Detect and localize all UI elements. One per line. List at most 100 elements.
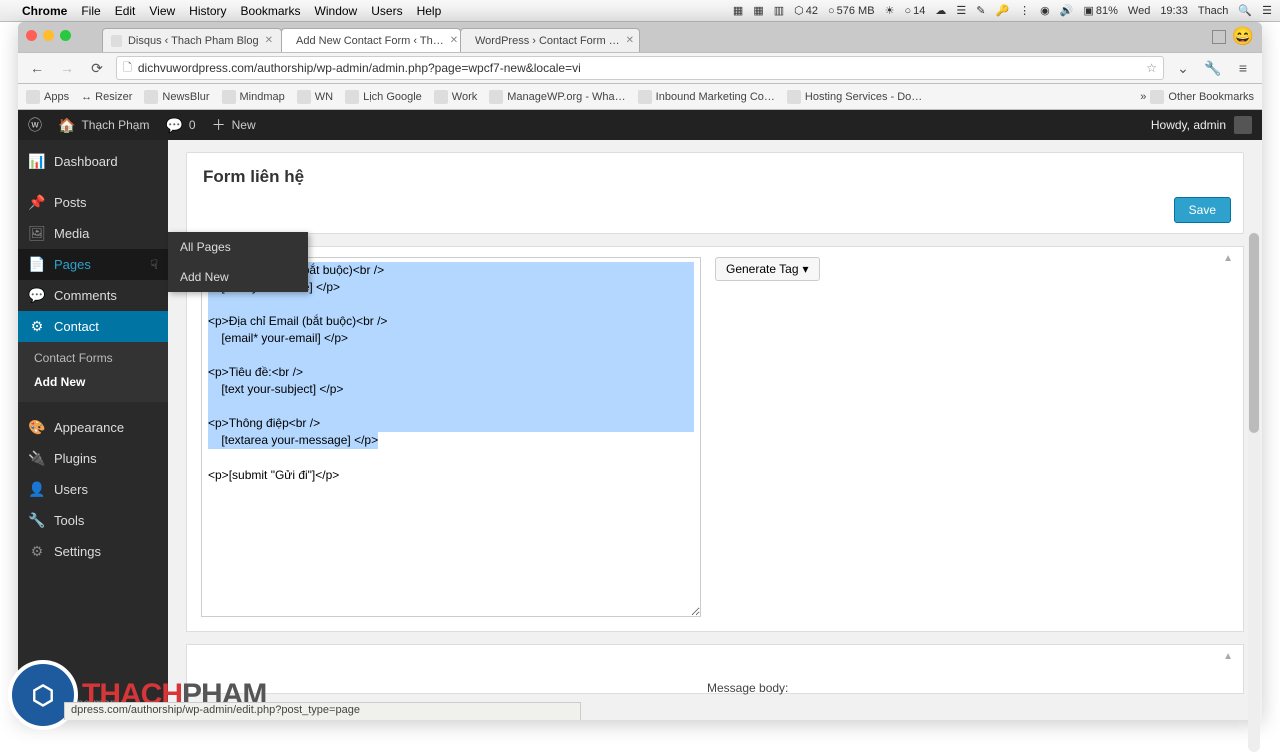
- tabstrip: Disqus ‹ Thach Pham Blog✕ Add New Contac…: [18, 22, 1262, 52]
- panel-toggle-icon[interactable]: ▲: [1223, 651, 1233, 662]
- battery-icon[interactable]: ▣ 81%: [1083, 4, 1117, 17]
- traffic-lights[interactable]: [26, 30, 71, 41]
- wp-admin: ⓦ 🏠Thạch Phạm 💬0 ＋New Howdy, admin 📊Dash…: [18, 110, 1262, 720]
- browser-toolbar: ← → ⟳ 🗋 dichvuwordpress.com/authorship/w…: [18, 52, 1262, 84]
- generate-tag-button[interactable]: Generate Tag▾: [715, 257, 820, 281]
- browser-tab-active[interactable]: Add New Contact Form ‹ Th…✕: [281, 28, 461, 52]
- menu-history[interactable]: History: [189, 4, 226, 18]
- bookmark-item[interactable]: Inbound Marketing Co…: [638, 90, 775, 104]
- menu-pages[interactable]: 📄Pages☟: [18, 249, 168, 280]
- menu-settings[interactable]: ⚙Settings: [18, 536, 168, 567]
- menu-window[interactable]: Window: [315, 4, 358, 18]
- caret-down-icon: ▾: [803, 262, 809, 276]
- media-icon: 🖼: [28, 225, 46, 242]
- new-link[interactable]: ＋New: [212, 115, 256, 135]
- url-text: dichvuwordpress.com/authorship/wp-admin/…: [138, 61, 1140, 75]
- wp-content: Form liên hệ Save ▲ <p>Tên của bạn (bắt …: [168, 140, 1262, 720]
- menu-plugins[interactable]: 🔌Plugins: [18, 443, 168, 474]
- volume-icon[interactable]: 🔊: [1060, 4, 1074, 17]
- temp-icon: ⬡ 42: [794, 4, 818, 17]
- profile-emoji-icon[interactable]: 😄: [1232, 26, 1254, 47]
- user-name[interactable]: Thach: [1198, 5, 1229, 17]
- menu-dashboard[interactable]: 📊Dashboard: [18, 146, 168, 177]
- minimize-icon[interactable]: [43, 30, 54, 41]
- bookmark-item[interactable]: Lịch Google: [345, 90, 422, 104]
- page-icon: 📄: [28, 256, 46, 273]
- pocket-icon[interactable]: ⌄: [1172, 57, 1194, 79]
- dashboard-icon: 📊: [28, 153, 46, 170]
- wifi-icon[interactable]: ◉: [1040, 4, 1050, 17]
- flyout-add-new[interactable]: Add New: [168, 262, 308, 292]
- menu-comments[interactable]: 💬Comments: [18, 280, 168, 311]
- apps-shortcut[interactable]: Apps: [26, 90, 69, 104]
- address-bar[interactable]: 🗋 dichvuwordpress.com/authorship/wp-admi…: [116, 56, 1164, 80]
- scrollbar[interactable]: [1248, 232, 1260, 752]
- comments-link[interactable]: 💬0: [165, 117, 195, 134]
- fullscreen-icon[interactable]: [1212, 30, 1226, 44]
- menu-icon[interactable]: ≡: [1232, 57, 1254, 79]
- menu-bookmarks[interactable]: Bookmarks: [241, 4, 301, 18]
- menu-contact[interactable]: ⚙Contact: [18, 311, 168, 342]
- menu-help[interactable]: Help: [417, 4, 442, 18]
- settings-icon: ⚙: [28, 543, 46, 560]
- bookmark-item[interactable]: ManageWP.org - Wha…: [489, 90, 625, 104]
- mail-panel: ▲ Message body:: [186, 644, 1244, 694]
- form-editor[interactable]: <p>Tên của bạn (bắt buộc)<br /> [text* y…: [201, 257, 701, 617]
- favicon-icon: [111, 35, 122, 47]
- form-panel: ▲ <p>Tên của bạn (bắt buộc)<br /> [text*…: [186, 246, 1244, 632]
- submenu-add-new[interactable]: Add New: [18, 370, 168, 394]
- menu-media[interactable]: 🖼Media: [18, 218, 168, 249]
- mac-menubar: Chrome File Edit View History Bookmarks …: [0, 0, 1280, 22]
- panel-toggle-icon[interactable]: ▲: [1223, 253, 1233, 264]
- tab-close-icon[interactable]: ✕: [265, 35, 273, 46]
- bookmarks-bar: Apps ↔ Resizer NewsBlur Mindmap WN Lịch …: [18, 84, 1262, 110]
- menu-appearance[interactable]: 🎨Appearance: [18, 412, 168, 443]
- bookmark-item[interactable]: Hosting Services - Do…: [787, 90, 922, 104]
- menu-users[interactable]: 👤Users: [18, 474, 168, 505]
- notifications-icon[interactable]: ☰: [1262, 4, 1272, 17]
- wp-logo-icon[interactable]: ⓦ: [28, 115, 42, 135]
- close-icon[interactable]: [26, 30, 37, 41]
- form-title: Form liên hệ: [203, 167, 1227, 187]
- avatar-icon[interactable]: [1234, 116, 1252, 134]
- forward-button[interactable]: →: [56, 57, 78, 79]
- tab-close-icon[interactable]: ✕: [626, 35, 634, 46]
- submenu-contact-forms[interactable]: Contact Forms: [18, 346, 168, 370]
- menu-tools[interactable]: 🔧Tools: [18, 505, 168, 536]
- page-icon: 🗋: [123, 59, 132, 78]
- menu-edit[interactable]: Edit: [115, 4, 136, 18]
- browser-tab[interactable]: WordPress › Contact Form …✕: [460, 28, 640, 52]
- bookmark-item[interactable]: ↔ Resizer: [81, 91, 132, 103]
- scroll-thumb[interactable]: [1249, 233, 1259, 433]
- site-link[interactable]: 🏠Thạch Phạm: [58, 117, 149, 134]
- menu-users[interactable]: Users: [371, 4, 402, 18]
- gear-icon: ⚙: [28, 318, 46, 335]
- plugin-icon: 🔌: [28, 450, 46, 467]
- bookmark-item[interactable]: Work: [434, 90, 477, 104]
- bookmark-item[interactable]: NewsBlur: [144, 90, 209, 104]
- menu-view[interactable]: View: [149, 4, 175, 18]
- extension-icon[interactable]: 🔧: [1202, 57, 1224, 79]
- wp-sidebar: 📊Dashboard 📌Posts 🖼Media 📄Pages☟ 💬Commen…: [18, 140, 168, 720]
- status-link-preview: dpress.com/authorship/wp-admin/edit.php?…: [64, 702, 581, 720]
- other-bookmarks[interactable]: » Other Bookmarks: [1140, 90, 1254, 104]
- clock-day: Wed: [1128, 5, 1150, 17]
- spotlight-icon[interactable]: 🔍: [1238, 4, 1252, 17]
- back-button[interactable]: ←: [26, 57, 48, 79]
- bookmark-item[interactable]: WN: [297, 90, 333, 104]
- flyout-all-pages[interactable]: All Pages: [168, 232, 308, 262]
- browser-tab[interactable]: Disqus ‹ Thach Pham Blog✕: [102, 28, 282, 52]
- menubar-app[interactable]: Chrome: [22, 4, 67, 18]
- tab-close-icon[interactable]: ✕: [450, 35, 458, 46]
- pin-icon: 📌: [28, 194, 46, 211]
- reload-button[interactable]: ⟳: [86, 57, 108, 79]
- bookmark-star-icon[interactable]: ☆: [1146, 61, 1157, 75]
- bookmark-item[interactable]: Mindmap: [222, 90, 285, 104]
- howdy-text[interactable]: Howdy, admin: [1151, 118, 1226, 132]
- wp-adminbar: ⓦ 🏠Thạch Phạm 💬0 ＋New Howdy, admin: [18, 110, 1262, 140]
- appearance-icon: 🎨: [28, 419, 46, 436]
- menu-file[interactable]: File: [81, 4, 100, 18]
- save-button[interactable]: Save: [1174, 197, 1231, 223]
- zoom-icon[interactable]: [60, 30, 71, 41]
- menu-posts[interactable]: 📌Posts: [18, 187, 168, 218]
